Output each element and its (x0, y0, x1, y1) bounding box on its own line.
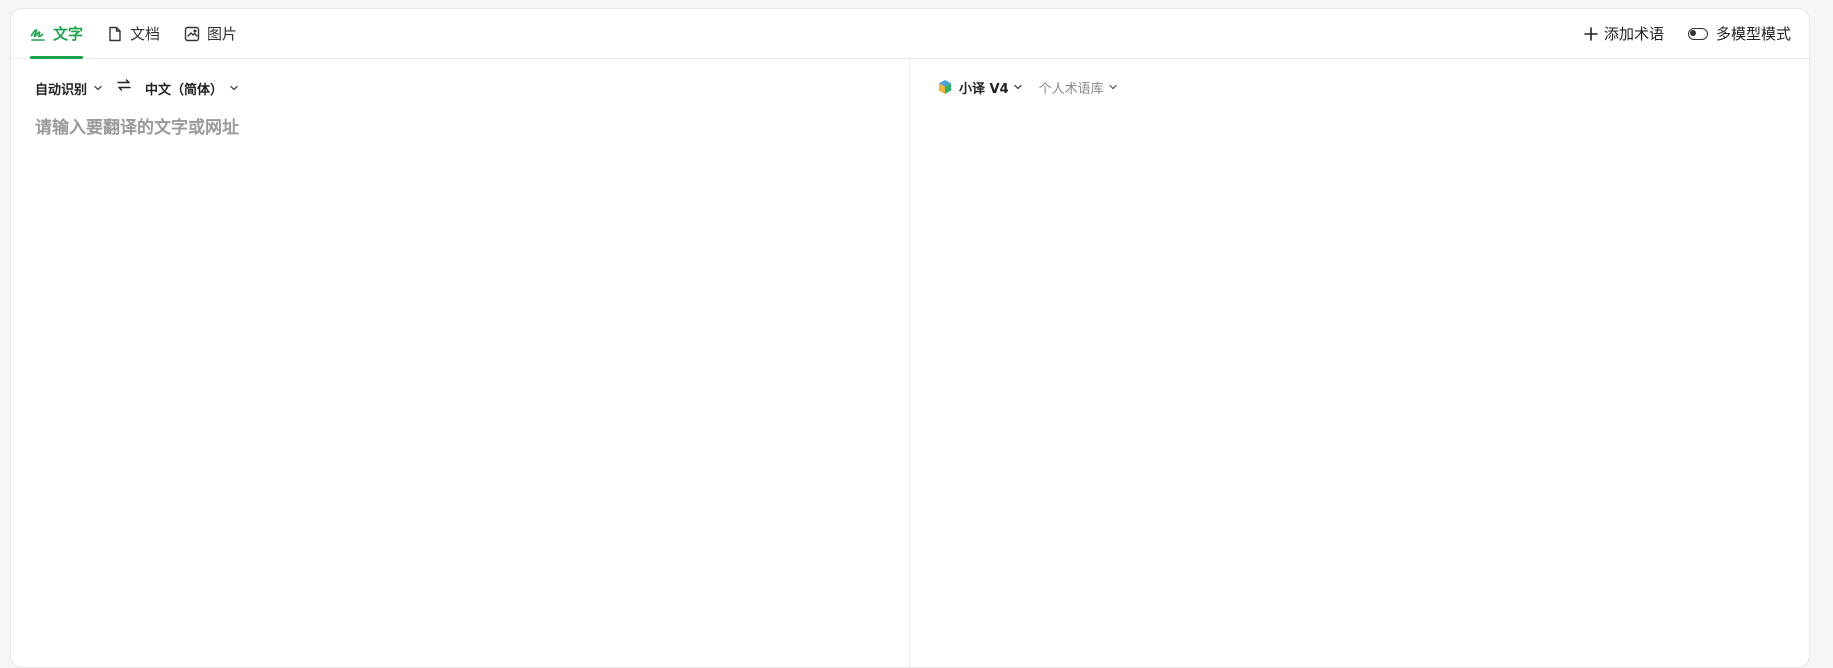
source-language-label: 自动识别 (35, 82, 88, 98)
chevron-down-icon (1013, 82, 1023, 92)
document-icon (107, 26, 123, 42)
tab-image[interactable]: 图片 (184, 9, 237, 58)
plus-icon (1584, 26, 1598, 41)
source-language-select[interactable]: 自动识别 (35, 79, 103, 98)
translator-panel: 文字 文档 图片 添加术语 多模型模式 自动识别 中文（简体） 请输入要翻译的文… (10, 8, 1810, 668)
chevron-down-icon (93, 83, 103, 93)
mode-tabs: 文字 文档 图片 (30, 9, 261, 59)
header-actions: 添加术语 多模型模式 (1560, 9, 1791, 58)
tab-label: 图片 (207, 25, 238, 43)
chevron-down-icon (1108, 82, 1118, 92)
target-language-select[interactable]: 中文（简体） (145, 79, 239, 98)
language-bar: 自动识别 中文（简体） (35, 77, 239, 99)
tab-label: 文字 (53, 25, 84, 43)
handwriting-icon (30, 26, 46, 42)
tab-text[interactable]: 文字 (30, 9, 84, 59)
swap-languages-icon[interactable] (117, 79, 131, 91)
chevron-down-icon (229, 83, 239, 93)
tab-document[interactable]: 文档 (107, 9, 160, 58)
engine-name: 小译 V4 (959, 81, 1009, 97)
top-bar: 文字 文档 图片 添加术语 多模型模式 (11, 9, 1809, 59)
image-icon (184, 26, 200, 42)
toggle-icon (1687, 27, 1708, 40)
multi-model-label: 多模型模式 (1715, 25, 1791, 43)
cube-logo-icon (937, 79, 953, 95)
term-library-select[interactable]: 个人术语库 (1039, 78, 1118, 97)
term-library-label: 个人术语库 (1038, 81, 1104, 97)
engine-select[interactable]: 小译 V4 (937, 78, 1023, 97)
source-text-input[interactable] (35, 113, 895, 613)
multi-model-toggle[interactable]: 多模型模式 (1687, 23, 1791, 44)
tab-label: 文档 (130, 25, 161, 43)
add-term-button[interactable]: 添加术语 (1584, 23, 1664, 44)
pane-divider (909, 58, 910, 667)
engine-bar: 小译 V4 个人术语库 (937, 77, 1118, 97)
target-language-label: 中文（简体） (145, 82, 224, 98)
add-term-label: 添加术语 (1603, 25, 1664, 43)
